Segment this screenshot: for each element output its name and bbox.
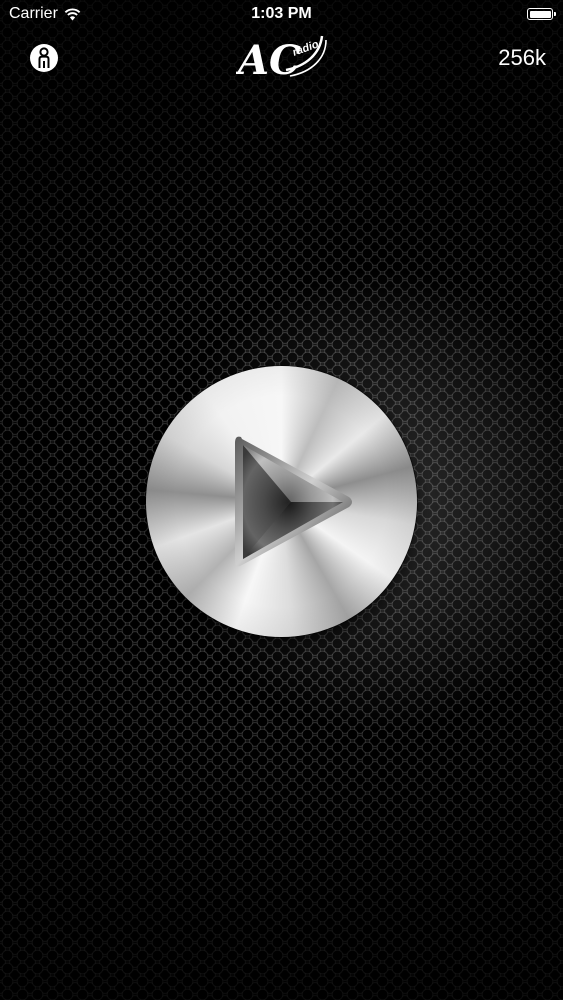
ac-radio-logo: AC radio [236,35,327,82]
user-icon [38,47,50,68]
battery-level [529,10,551,18]
battery-icon [527,8,556,20]
user-button[interactable] [30,44,58,72]
status-bar: Carrier 1:03 PM [0,0,563,30]
play-icon [235,436,352,567]
bitrate-button[interactable]: 256k [498,45,546,71]
radio-player-screen: Carrier 1:03 PM AC radio 256k [0,0,563,1000]
play-button[interactable] [146,366,417,637]
status-time: 1:03 PM [251,5,312,22]
logo-mark: AC [236,37,301,82]
